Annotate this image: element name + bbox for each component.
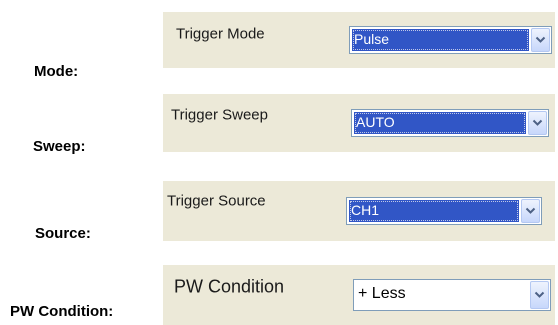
sweep-side-label: Sweep: bbox=[33, 138, 86, 155]
chevron-down-icon[interactable] bbox=[531, 28, 550, 52]
trigger-mode-label: Trigger Mode bbox=[176, 25, 265, 43]
pw-condition-value: + Less bbox=[358, 285, 406, 302]
mode-side-label: Mode: bbox=[34, 63, 79, 80]
trigger-mode-panel: Trigger Mode Pulse bbox=[163, 12, 555, 68]
trigger-sweep-panel: Trigger Sweep AUTO bbox=[163, 94, 555, 152]
trigger-sweep-dropdown[interactable]: AUTO bbox=[351, 109, 549, 137]
trigger-source-label: Trigger Source bbox=[167, 192, 266, 210]
trigger-sweep-label: Trigger Sweep bbox=[171, 106, 268, 124]
trigger-source-panel: Trigger Source CH1 bbox=[163, 181, 555, 241]
trigger-source-value: CH1 bbox=[349, 200, 519, 222]
pw-condition-panel: PW Condition + Less bbox=[163, 265, 555, 325]
chevron-down-icon[interactable] bbox=[530, 281, 549, 309]
chevron-down-icon[interactable] bbox=[521, 199, 540, 223]
trigger-source-dropdown[interactable]: CH1 bbox=[346, 197, 542, 225]
pw-condition-label: PW Condition bbox=[174, 276, 285, 297]
pw-condition-side-label: PW Condition: bbox=[10, 303, 114, 320]
trigger-mode-dropdown[interactable]: Pulse bbox=[349, 26, 552, 54]
source-side-label: Source: bbox=[35, 225, 91, 242]
trigger-mode-value: Pulse bbox=[352, 29, 529, 51]
pw-condition-dropdown[interactable]: + Less bbox=[353, 279, 551, 311]
trigger-sweep-value: AUTO bbox=[354, 112, 526, 134]
chevron-down-icon[interactable] bbox=[528, 111, 547, 135]
